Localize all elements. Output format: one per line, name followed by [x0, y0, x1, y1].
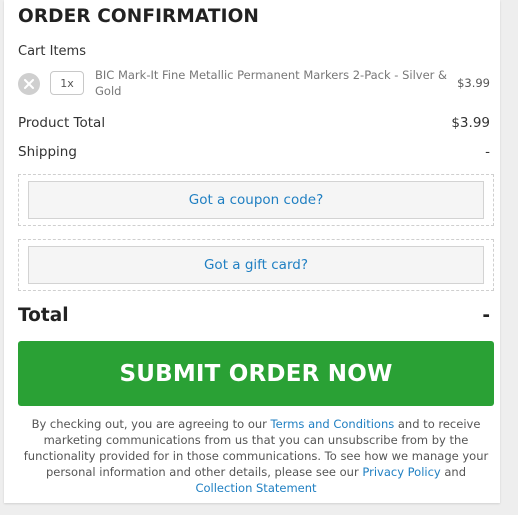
- cart-item-price: $3.99: [457, 76, 490, 90]
- quantity-selector[interactable]: 1x: [50, 71, 84, 95]
- coupon-section: Got a coupon code?: [18, 174, 494, 226]
- submit-order-button[interactable]: SUBMIT ORDER NOW: [18, 341, 494, 406]
- legal-text: and: [440, 465, 467, 479]
- page-title: ORDER CONFIRMATION: [18, 6, 260, 27]
- shipping-value: -: [485, 144, 490, 160]
- order-confirmation-panel: ORDER CONFIRMATION Cart Items 1x BIC Mar…: [4, 0, 500, 503]
- close-icon: [24, 79, 34, 89]
- total-label: Total: [18, 305, 69, 326]
- terms-link[interactable]: Terms and Conditions: [271, 417, 395, 431]
- legal-text: By checking out, you are agreeing to our: [31, 417, 271, 431]
- coupon-code-button[interactable]: Got a coupon code?: [28, 181, 484, 219]
- total-value: -: [482, 305, 490, 326]
- product-total-label: Product Total: [18, 115, 106, 131]
- remove-item-button[interactable]: [18, 73, 40, 95]
- product-total-value: $3.99: [451, 115, 490, 131]
- legal-notice: By checking out, you are agreeing to our…: [18, 416, 494, 496]
- collection-statement-link[interactable]: Collection Statement: [195, 481, 316, 495]
- privacy-policy-link[interactable]: Privacy Policy: [362, 465, 440, 479]
- gift-card-button[interactable]: Got a gift card?: [28, 246, 484, 284]
- cart-item-name: BIC Mark-It Fine Metallic Permanent Mark…: [95, 68, 448, 98]
- cart-items-label: Cart Items: [18, 44, 86, 59]
- gift-card-section: Got a gift card?: [18, 239, 494, 291]
- shipping-label: Shipping: [18, 144, 77, 160]
